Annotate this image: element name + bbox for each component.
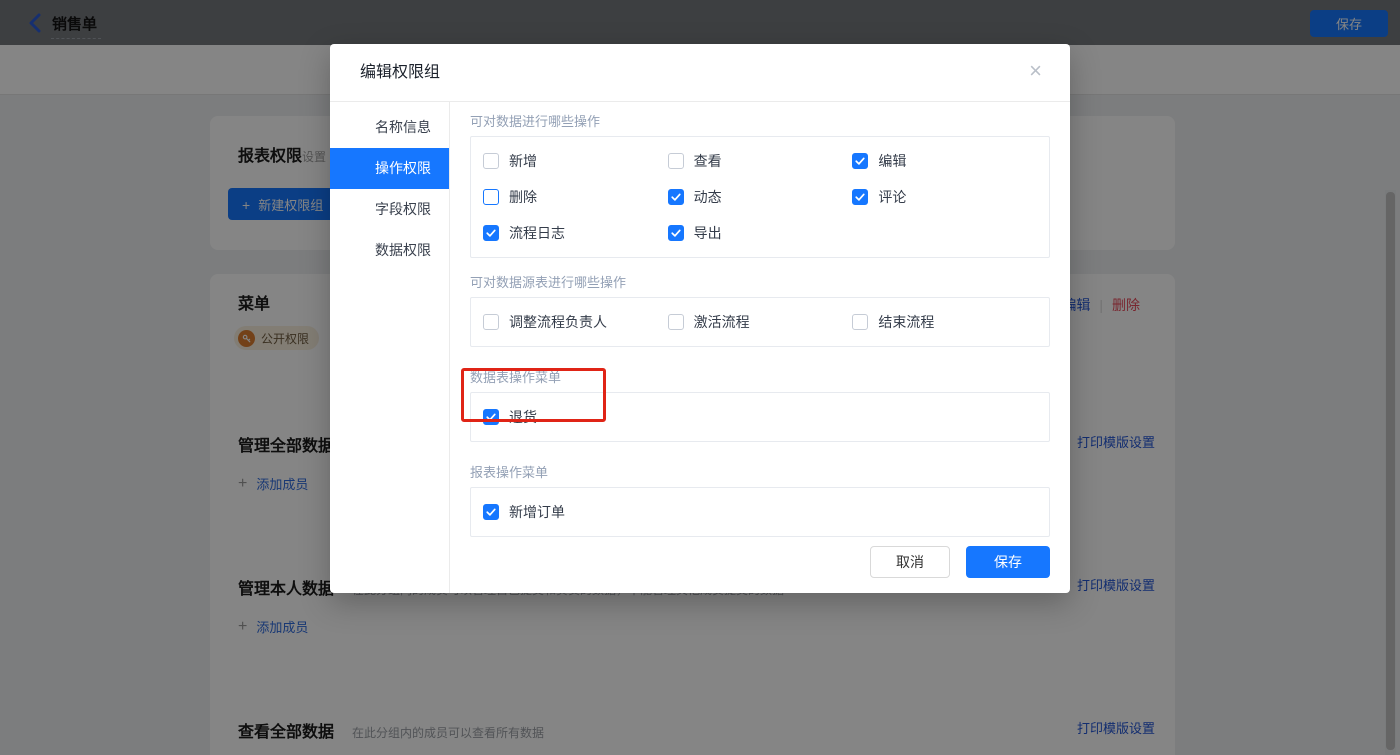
checkbox-icon[interactable] [667, 225, 684, 241]
checkbox-label: 编辑 [878, 153, 907, 169]
checkbox-icon[interactable] [667, 189, 684, 205]
checkbox-label: 流程日志 [509, 225, 565, 241]
checkbox-item[interactable]: 查看 [667, 143, 853, 179]
checkbox-icon[interactable] [852, 314, 869, 330]
checkbox-label: 新增 [509, 153, 537, 169]
checkbox-label: 导出 [693, 225, 722, 241]
modal-section-list: 可对数据进行哪些操作新增 查看 编辑删除 动态 评论流程日志 导出可对数据源表进行哪些操作… [450, 102, 1070, 593]
checkbox-item[interactable]: 动态 [667, 179, 853, 215]
modal-tab[interactable]: 名称信息 [330, 107, 449, 148]
checkbox-label: 查看 [693, 153, 722, 169]
checkbox-label: 退货 [509, 409, 537, 425]
checkbox-label: 动态 [693, 189, 722, 205]
checkbox-icon[interactable] [852, 153, 869, 169]
checkbox-group: 调整流程负责人 激活流程 结束流程 [470, 297, 1050, 347]
modal-tab[interactable]: 数据权限 [330, 230, 449, 271]
checkbox-item[interactable]: 调整流程负责人 [483, 304, 668, 340]
checkbox-icon[interactable] [483, 409, 499, 425]
checkbox-icon[interactable] [667, 153, 684, 169]
checkbox-item[interactable]: 退货 [483, 399, 668, 435]
modal-footer: 取消 保存 [870, 546, 1050, 578]
section-label: 可对数据源表进行哪些操作 [470, 275, 627, 290]
app-window: 销售单 保存 × 报表权限 设置 +新建权限组 菜单 公开权限 编辑 | 删除 [0, 0, 1400, 755]
checkbox-item[interactable]: 编辑 [852, 143, 1037, 179]
cancel-button[interactable]: 取消 [870, 546, 950, 578]
checkbox-item[interactable]: 删除 [483, 179, 668, 215]
edit-permission-group-modal: 编辑权限组 × 名称信息 操作权限 字段权限 数据权限 可对数据进行哪些操作新增 查看 编… [330, 44, 1070, 593]
checkbox-group: 新增订单 [470, 487, 1050, 537]
modal-section: 数据表操作菜单退货 [470, 367, 1050, 442]
modal-title: 编辑权限组 [360, 64, 441, 81]
checkbox-label: 新增订单 [509, 504, 565, 520]
checkbox-item[interactable]: 导出 [667, 215, 853, 251]
checkbox-icon[interactable] [483, 189, 499, 205]
checkbox-icon[interactable] [667, 314, 684, 330]
modal-section: 可对数据源表进行哪些操作调整流程负责人 激活流程 结束流程 [470, 272, 1050, 347]
checkbox-item[interactable]: 结束流程 [852, 304, 1037, 340]
modal-section: 报表操作菜单新增订单 [470, 462, 1050, 537]
checkbox-icon[interactable] [483, 314, 499, 330]
section-label: 可对数据进行哪些操作 [470, 114, 601, 129]
section-label: 报表操作菜单 [470, 465, 549, 480]
modal-section: 可对数据进行哪些操作新增 查看 编辑删除 动态 评论流程日志 导出 [470, 111, 1050, 258]
checkbox-group: 退货 [470, 392, 1050, 442]
checkbox-icon[interactable] [483, 225, 499, 241]
modal-tab[interactable]: 字段权限 [330, 189, 449, 230]
modal-close-icon[interactable]: × [1029, 60, 1042, 82]
checkbox-item[interactable]: 流程日志 [483, 215, 668, 251]
modal-tab[interactable]: 操作权限 [330, 148, 449, 189]
checkbox-label: 删除 [509, 189, 537, 205]
checkbox-icon[interactable] [852, 189, 869, 205]
modal-header: 编辑权限组 × [330, 44, 1070, 102]
save-button[interactable]: 保存 [966, 546, 1050, 578]
checkbox-label: 评论 [878, 189, 907, 205]
checkbox-label: 调整流程负责人 [509, 314, 607, 330]
modal-tab-list: 名称信息 操作权限 字段权限 数据权限 [330, 102, 450, 593]
checkbox-item[interactable]: 新增订单 [483, 494, 668, 530]
checkbox-label: 结束流程 [878, 314, 935, 330]
section-label: 数据表操作菜单 [470, 370, 562, 385]
checkbox-icon[interactable] [483, 153, 499, 169]
checkbox-item[interactable]: 新增 [483, 143, 668, 179]
checkbox-icon[interactable] [483, 504, 499, 520]
checkbox-group: 新增 查看 编辑删除 动态 评论流程日志 导出 [470, 136, 1050, 258]
checkbox-item[interactable]: 评论 [852, 179, 1037, 215]
checkbox-item[interactable]: 激活流程 [667, 304, 853, 340]
checkbox-label: 激活流程 [693, 314, 750, 330]
